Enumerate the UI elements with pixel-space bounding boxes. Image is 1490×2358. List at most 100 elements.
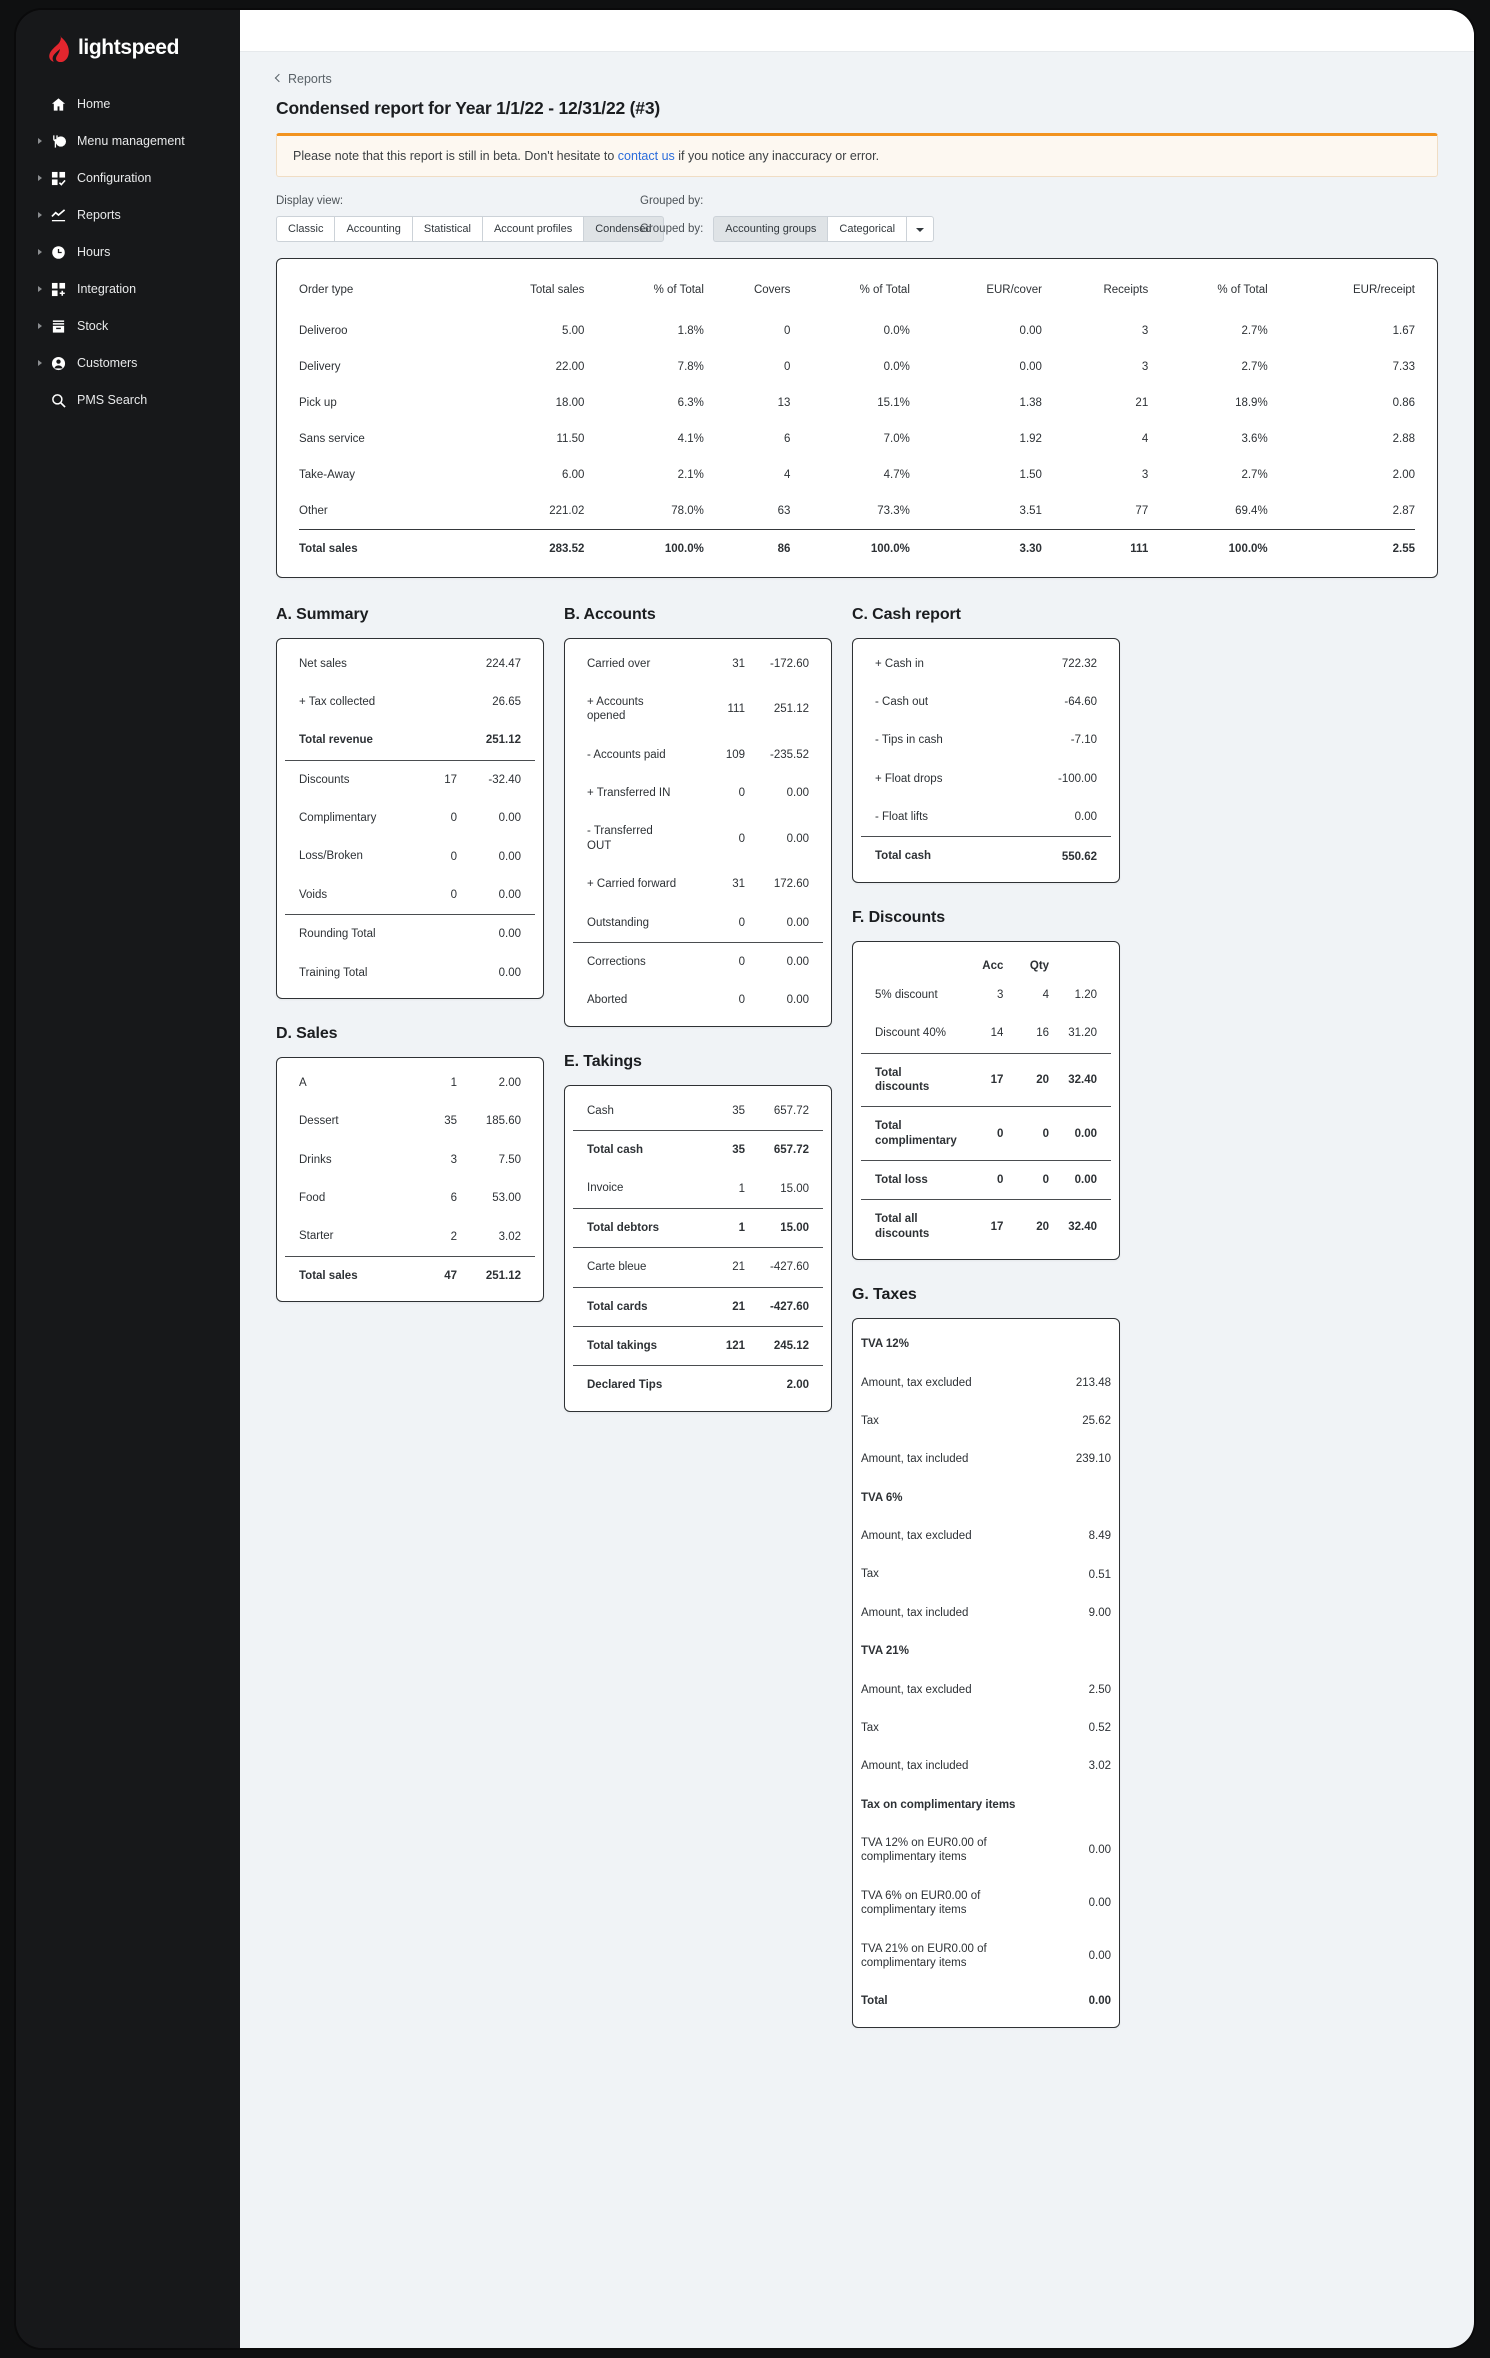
- grouped-by-categorical[interactable]: Categorical: [827, 215, 907, 242]
- row-value: 0.00: [1088, 1844, 1111, 1857]
- row-count: 21: [677, 1247, 745, 1287]
- table-row: Total 0.00: [861, 1982, 1111, 2020]
- display-view-accounting[interactable]: Accounting: [334, 215, 412, 242]
- grouped-by-accounting-groups[interactable]: Accounting groups: [713, 215, 828, 242]
- section-a-title: A. Summary: [276, 605, 369, 623]
- cell: 2.87: [1392, 504, 1415, 517]
- row-label: Invoice: [587, 1182, 624, 1195]
- cell: 1.8%: [677, 324, 704, 337]
- sidebar-label: Configuration: [77, 171, 152, 185]
- cell: 4: [1141, 432, 1149, 445]
- table-row: Deliveroo 5.00 1.8% 0 0.0% 0.00 3 2.7% 1…: [299, 313, 1415, 349]
- cell: 7.0%: [883, 432, 910, 445]
- cell: 5.00: [562, 324, 585, 337]
- cell: 3: [1141, 324, 1149, 337]
- row-value: 7.50: [498, 1153, 521, 1166]
- sidebar-label: Menu management: [77, 134, 185, 148]
- row-count: 1: [450, 1077, 457, 1090]
- cell: 221.02: [549, 504, 585, 517]
- table-row: Aborted 0 0.00: [573, 981, 823, 1019]
- sidebar-item-reports[interactable]: Reports: [16, 197, 240, 233]
- cell: 0.86: [1392, 396, 1415, 409]
- row-count: 6: [450, 1192, 457, 1205]
- row-label: TVA 6% on EUR0.00 of complimentary items: [861, 1889, 981, 1917]
- stock-box-icon: [50, 318, 66, 334]
- contact-us-link[interactable]: contact us: [618, 149, 675, 163]
- sidebar-item-hours[interactable]: Hours: [16, 234, 240, 270]
- cell: 111: [1041, 528, 1149, 567]
- cell: 6.00: [562, 468, 585, 481]
- section-a-summary: A. Summary Net sales 224.47 + Tax collecte…: [276, 606, 544, 999]
- cell: 86: [703, 528, 791, 567]
- display-view-statistical[interactable]: Statistical: [411, 215, 482, 242]
- section-g-card: TVA 12% Amount, tax excluded 213.48 Tax 25.6…: [852, 1318, 1120, 2028]
- sidebar-item-customers[interactable]: Customers: [16, 345, 240, 381]
- sidebar-item-menu-management[interactable]: Menu management: [16, 123, 240, 159]
- row-value: 0.00: [786, 787, 809, 800]
- col-label: [861, 948, 957, 976]
- col-receipts: Receipts: [1103, 283, 1149, 296]
- cell: 69.4%: [1235, 504, 1268, 517]
- cell: 77: [1135, 504, 1149, 517]
- cell: 4: [784, 468, 791, 481]
- table-row: + Carried forward 31 172.60: [573, 865, 823, 903]
- row-value: 1.20: [1074, 988, 1097, 1001]
- row-value: 8.49: [1088, 1530, 1111, 1543]
- table-row: Total cash 550.62: [861, 836, 1111, 876]
- customers-person-icon: [50, 355, 66, 371]
- table-row: - Float lifts 0.00: [861, 798, 1111, 837]
- row-value: 0.52: [1088, 1722, 1111, 1735]
- table-row: - Tips in cash -7.10: [861, 721, 1111, 759]
- row-acc: 0: [956, 1159, 1004, 1200]
- row-label: Food: [299, 1192, 326, 1204]
- table-row: Outstanding 0 0.00: [573, 904, 823, 943]
- row-label: - Cash out: [875, 695, 929, 708]
- row-label: + Carried forward: [587, 878, 677, 891]
- row-value: 2.50: [1088, 1683, 1111, 1696]
- table-row: - Cash out -64.60: [861, 683, 1111, 721]
- row-label: + Tax collected: [299, 695, 376, 708]
- grouped-by-dropdown-button[interactable]: [906, 215, 935, 242]
- sidebar-item-home[interactable]: Home: [16, 86, 240, 122]
- table-row: Tax 0.51: [861, 1555, 1111, 1593]
- cell: 3: [1141, 468, 1149, 481]
- integration-icon: [50, 281, 66, 297]
- expand-caret-icon[interactable]: [38, 360, 42, 366]
- expand-caret-icon[interactable]: [38, 286, 42, 292]
- sidebar-item-configuration[interactable]: Configuration: [16, 160, 240, 196]
- brand-logo[interactable]: lightspeed: [16, 24, 240, 72]
- cell: 22.00: [555, 360, 585, 373]
- order-type-table-card: Order type Total sales % of Total Covers…: [276, 257, 1438, 578]
- row-value: 3.02: [498, 1230, 521, 1243]
- expand-caret-icon[interactable]: [38, 175, 42, 181]
- row-label: Amount, tax excluded: [861, 1530, 972, 1542]
- row-label: Amount, tax included: [861, 1453, 969, 1466]
- sidebar-item-integration[interactable]: Integration: [16, 271, 240, 307]
- screenshot-frame: lightspeed Home Menu management Configur…: [0, 0, 1490, 2358]
- cell: 0: [784, 360, 791, 373]
- display-view-classic[interactable]: Classic: [276, 215, 335, 242]
- row-value: 0.00: [786, 832, 809, 845]
- breadcrumb[interactable]: Reports: [274, 72, 332, 86]
- sidebar-item-stock[interactable]: Stock: [16, 308, 240, 344]
- row-label: + Cash in: [875, 657, 924, 670]
- grouped-by-row: Grouped by: Accounting groups Categorica…: [640, 215, 935, 242]
- display-view-label: Display view:: [276, 194, 344, 207]
- sidebar-item-pms-search[interactable]: PMS Search: [16, 382, 240, 418]
- row-label: Total revenue: [299, 734, 373, 747]
- display-view-account-profiles[interactable]: Account profiles: [481, 215, 584, 242]
- section-e-card: Cash 35 657.72 Total cash 35 657.72 Invoice 1 15…: [564, 1084, 832, 1412]
- expand-caret-icon[interactable]: [38, 212, 42, 218]
- row-value: 9.00: [1088, 1606, 1111, 1619]
- col-eur-cover: EUR/cover: [986, 283, 1042, 296]
- row-label: Total sales: [285, 1255, 389, 1296]
- chevron-down-icon: [916, 227, 925, 232]
- row-value: [1033, 1479, 1111, 1517]
- expand-caret-icon[interactable]: [38, 323, 42, 329]
- row-value: 657.72: [745, 1130, 823, 1170]
- expand-caret-icon[interactable]: [38, 249, 42, 255]
- summary-table: Net sales 224.47 + Tax collected 26.65 Total…: [285, 645, 535, 992]
- table-row: + Transferred IN 0 0.00: [573, 774, 823, 812]
- expand-caret-icon[interactable]: [38, 138, 42, 144]
- table-row: Dessert 35 185.60: [285, 1102, 535, 1140]
